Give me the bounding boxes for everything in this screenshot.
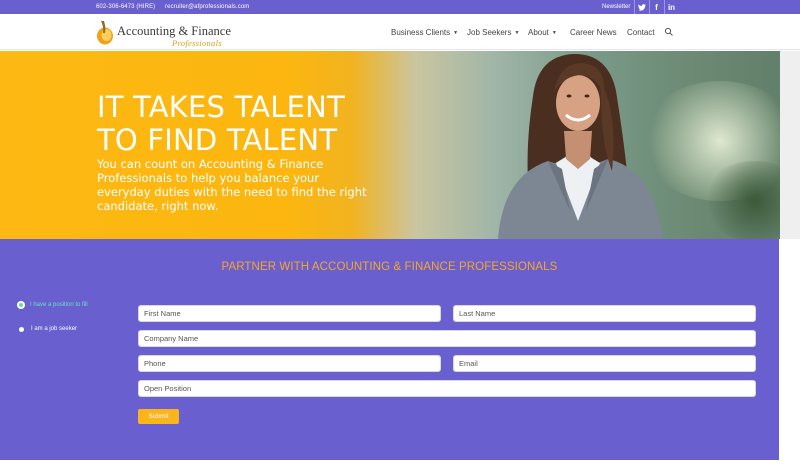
partner-form-section: PARTNER WITH ACCOUNTING & FINANCE PROFES… xyxy=(0,239,779,460)
phone-field[interactable]: Phone xyxy=(138,355,441,372)
form-heading: PARTNER WITH ACCOUNTING & FINANCE PROFES… xyxy=(221,261,558,273)
logo-mark-icon xyxy=(97,21,113,45)
logo-title: Accounting & Finance xyxy=(117,24,231,38)
facebook-icon[interactable]: f xyxy=(649,0,663,14)
site-logo[interactable]: Accounting & Finance Professionals xyxy=(96,17,246,49)
newsletter-link[interactable]: Newsletter xyxy=(602,4,630,10)
hero-banner: IT TAKES TALENT TO FIND TALENT You can c… xyxy=(0,51,800,239)
linkedin-icon[interactable]: in xyxy=(664,0,678,14)
hero-title: IT TAKES TALENT TO FIND TALENT xyxy=(97,90,345,157)
open-position-field[interactable]: Open Position xyxy=(138,380,756,397)
phone-link[interactable]: 602-306-6473 (HIRE) xyxy=(96,4,155,10)
hero-woman-photo xyxy=(498,53,663,239)
twitter-icon[interactable] xyxy=(634,0,648,14)
radio-position-to-fill[interactable]: I have a position to fill xyxy=(17,301,88,309)
radio-unselected-icon xyxy=(19,326,24,332)
top-utility-bar: 602-306-6473 (HIRE) recruiter@afprofessi… xyxy=(0,0,800,14)
first-name-field[interactable]: First Name xyxy=(138,305,441,322)
chevron-down-icon: ▼ xyxy=(453,30,459,36)
last-name-field[interactable]: Last Name xyxy=(453,305,756,322)
nav-job-seekers[interactable]: Job Seekers ▼ xyxy=(467,28,519,37)
radio-job-seeker[interactable]: I am a job seeker xyxy=(17,326,77,332)
nav-business-clients[interactable]: Business Clients ▼ xyxy=(391,28,458,37)
contact-info: 602-306-6473 (HIRE) recruiter@afprofessi… xyxy=(96,4,257,10)
chevron-down-icon: ▼ xyxy=(514,30,520,36)
search-icon[interactable] xyxy=(664,27,674,37)
company-name-field[interactable]: Company Name xyxy=(138,330,756,347)
nav-about[interactable]: About ▼ xyxy=(528,28,557,37)
chevron-down-icon: ▼ xyxy=(551,30,557,36)
site-header: Accounting & Finance Professionals Busin… xyxy=(0,14,800,50)
email-link[interactable]: recruiter@afprofessionals.com xyxy=(165,4,249,10)
hero-subtitle: You can count on Accounting & Finance Pr… xyxy=(97,157,367,213)
nav-contact[interactable]: Contact xyxy=(627,28,655,37)
email-field[interactable]: Email xyxy=(453,355,756,372)
radio-selected-icon xyxy=(17,301,25,309)
submit-button[interactable]: Submit xyxy=(138,409,179,424)
nav-career-news[interactable]: Career News xyxy=(570,28,617,37)
logo-subtitle: Professionals xyxy=(172,38,222,48)
